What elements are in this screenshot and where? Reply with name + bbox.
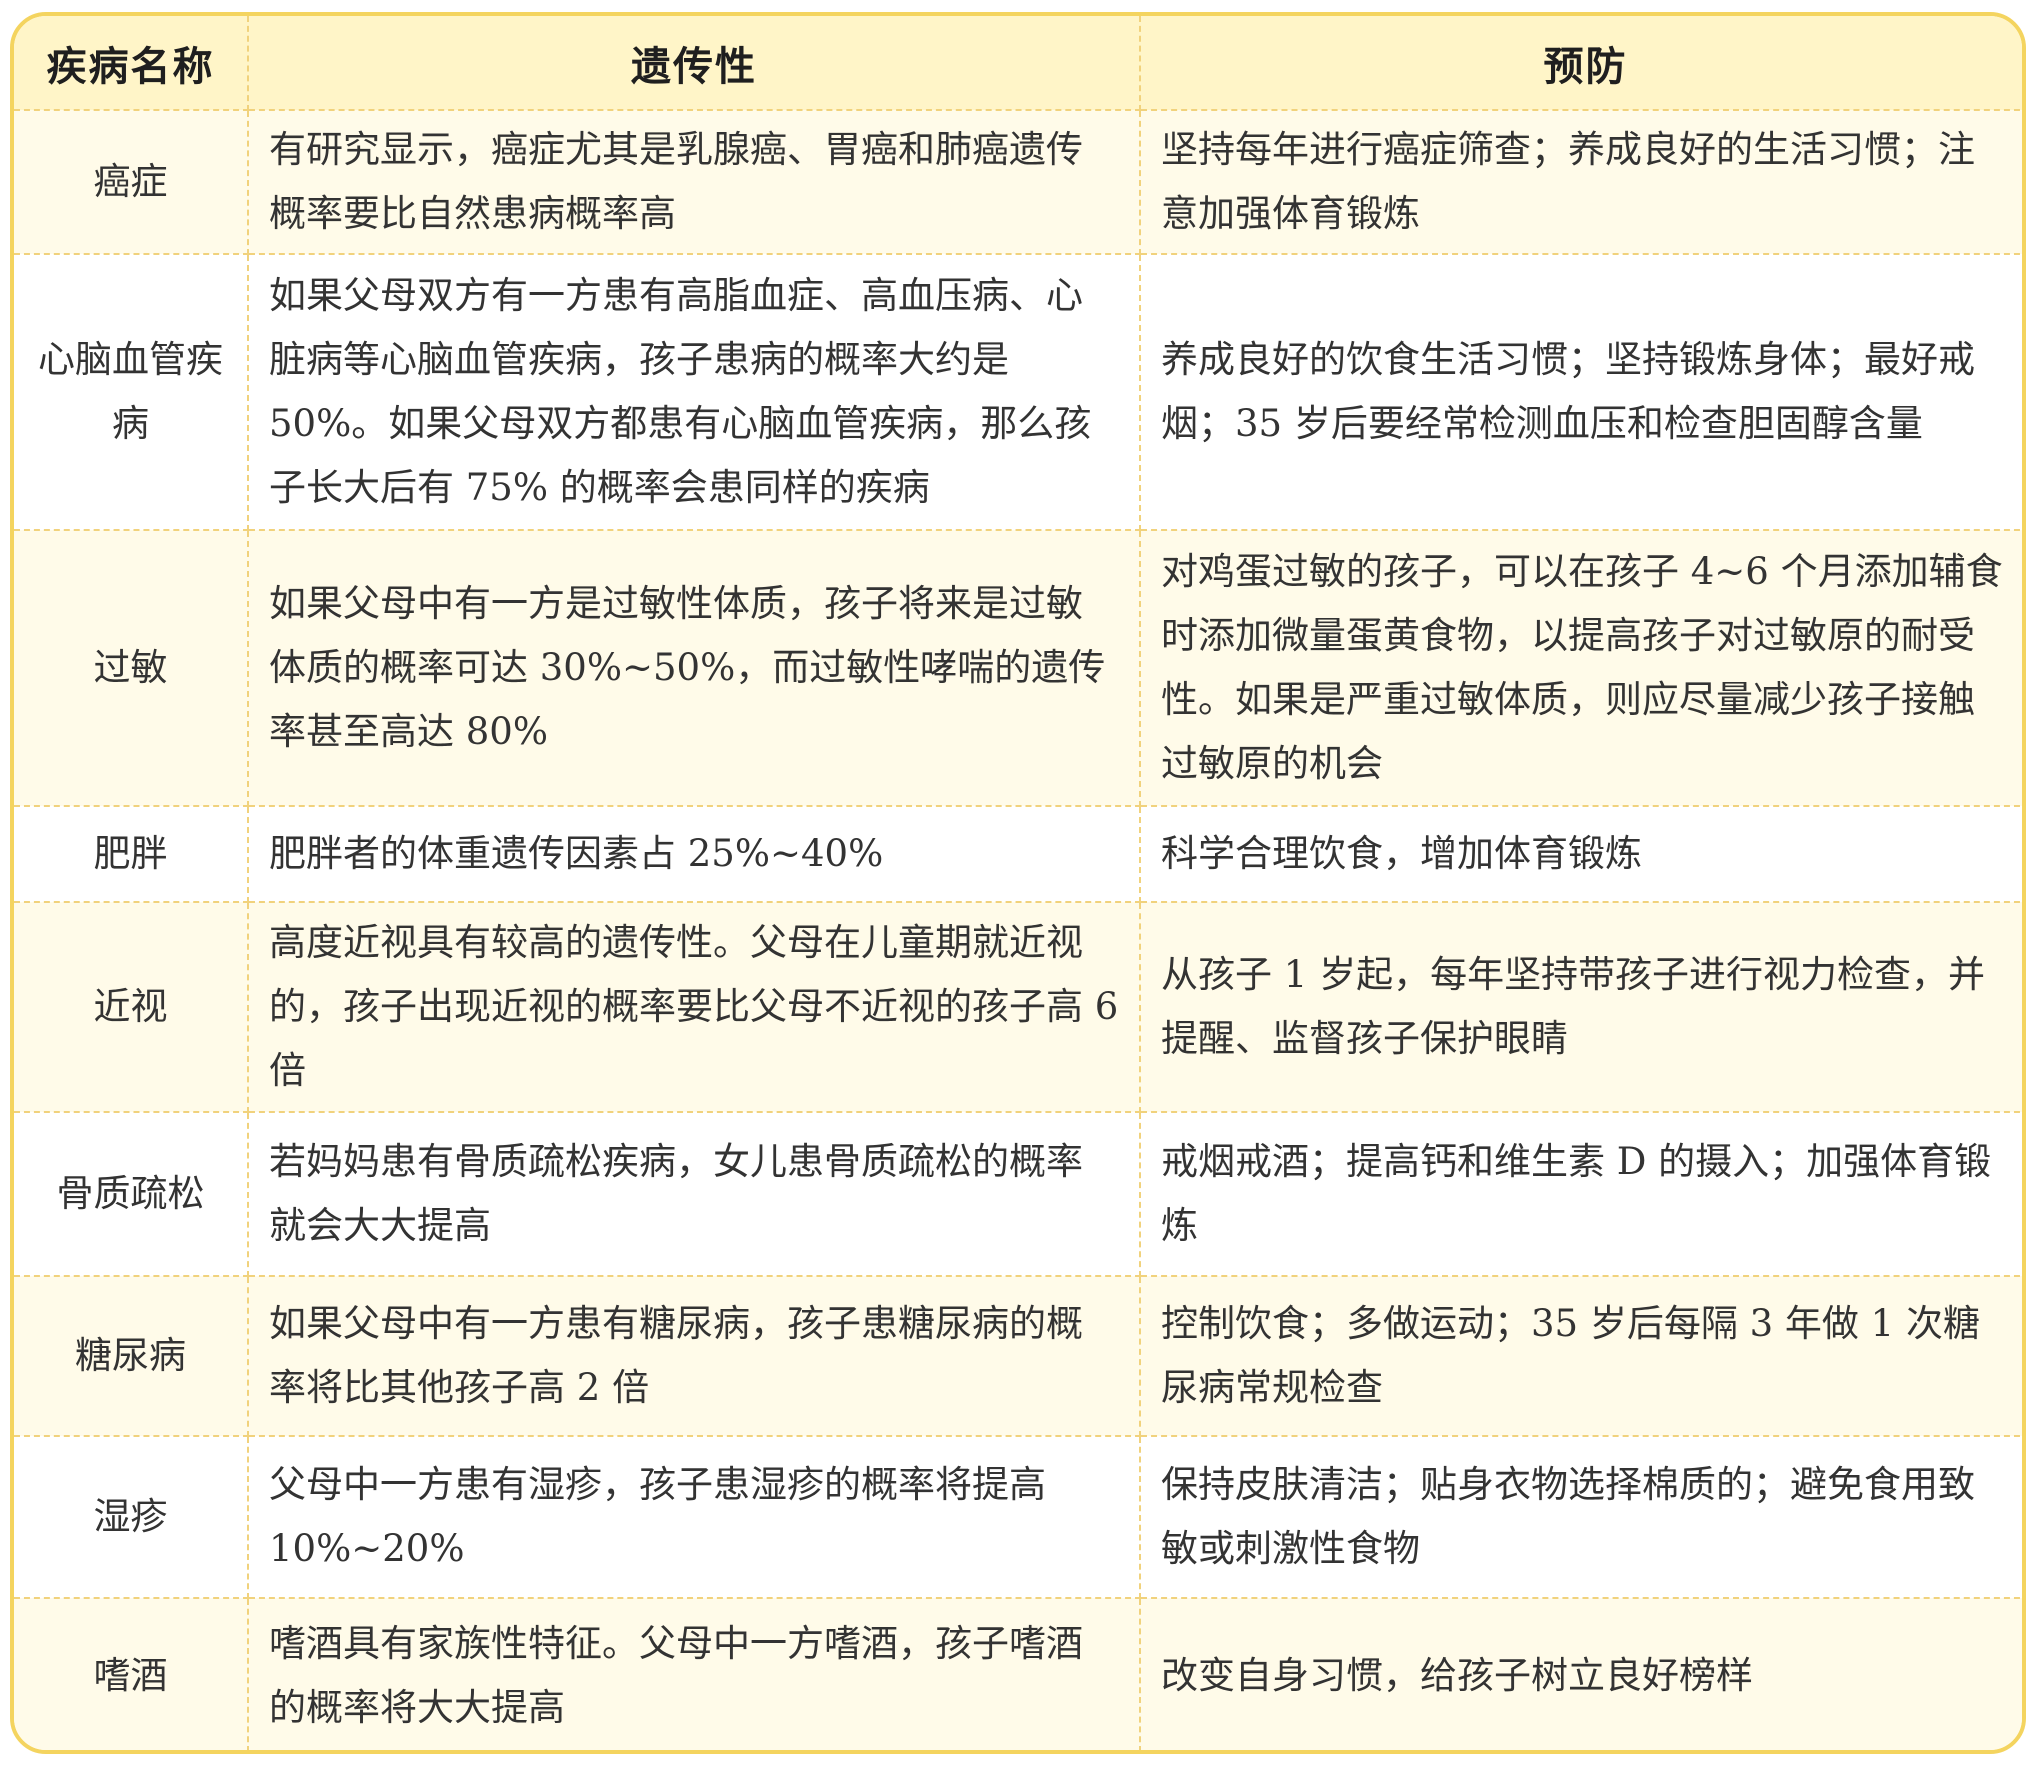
heredity-cell: 如果父母中有一方患有糖尿病，孩子患糖尿病的概率将比其他孩子高 2 倍 [248, 1276, 1141, 1437]
disease-heredity-table-frame: 疾病名称 遗传性 预防 癌症 有研究显示，癌症尤其是乳腺癌、胃癌和肺癌遗传概率要… [10, 12, 2026, 1754]
prevention-cell: 戒烟戒酒；提高钙和维生素 D 的摄入；加强体育锻炼 [1140, 1112, 2022, 1277]
disease-name-cell: 近视 [14, 902, 249, 1113]
disease-name-cell: 骨质疏松 [14, 1112, 249, 1277]
table-row: 心脑血管疾病 如果父母双方有一方患有高脂血症、高血压病、心脏病等心脑血管疾病，孩… [14, 254, 2022, 531]
prevention-cell: 保持皮肤清洁；贴身衣物选择棉质的；避免食用致敏或刺激性食物 [1140, 1436, 2022, 1599]
prevention-cell: 改变自身习惯，给孩子树立良好榜样 [1161, 1653, 1753, 1697]
prevention-cell: 科学合理饮食，增加体育锻炼 [1140, 806, 2022, 903]
heredity-cell: 父母中一方患有湿疹，孩子患湿疹的概率将提高 10%~20% [248, 1436, 1141, 1599]
prevention-cell: 养成良好的饮食生活习惯；坚持锻炼身体；最好戒烟；35 岁后要经常检测血压和检查胆… [1140, 254, 2022, 531]
heredity-cell: 若妈妈患有骨质疏松疾病，女儿患骨质疏松的概率就会大大提高 [248, 1112, 1141, 1277]
table-row: 嗜酒 嗜酒具有家族性特征。父母中一方嗜酒，孩子嗜酒的概率将大大提高 改变自身习惯… [14, 1598, 2022, 1750]
heredity-cell: 嗜酒具有家族性特征。父母中一方嗜酒，孩子嗜酒的概率将大大提高 [248, 1598, 1141, 1750]
prevention-cell: 从孩子 1 岁起，每年坚持带孩子进行视力检查，并提醒、监督孩子保护眼睛 [1140, 902, 2022, 1113]
table-row: 近视 高度近视具有较高的遗传性。父母在儿童期就近视的，孩子出现近视的概率要比父母… [14, 902, 2022, 1113]
disease-heredity-table: 疾病名称 遗传性 预防 癌症 有研究显示，癌症尤其是乳腺癌、胃癌和肺癌遗传概率要… [14, 16, 2022, 1750]
table-header-row: 疾病名称 遗传性 预防 [14, 16, 2022, 111]
heredity-cell: 如果父母双方有一方患有高脂血症、高血压病、心脏病等心脑血管疾病，孩子患病的概率大… [248, 254, 1141, 531]
prevention-cell: 对鸡蛋过敏的孩子，可以在孩子 4~6 个月添加辅食时添加微量蛋黄食物，以提高孩子… [1140, 530, 2022, 807]
disease-name-cell: 嗜酒 [14, 1598, 249, 1750]
disease-name-cell: 癌症 [14, 110, 249, 255]
header-heredity: 遗传性 [248, 16, 1141, 111]
disease-name-cell: 糖尿病 [14, 1276, 249, 1437]
table-row: 骨质疏松 若妈妈患有骨质疏松疾病，女儿患骨质疏松的概率就会大大提高 戒烟戒酒；提… [14, 1112, 2022, 1277]
table-row: 糖尿病 如果父母中有一方患有糖尿病，孩子患糖尿病的概率将比其他孩子高 2 倍 控… [14, 1276, 2022, 1437]
table-row: 湿疹 父母中一方患有湿疹，孩子患湿疹的概率将提高 10%~20% 保持皮肤清洁；… [14, 1436, 2022, 1599]
heredity-cell: 高度近视具有较高的遗传性。父母在儿童期就近视的，孩子出现近视的概率要比父母不近视… [248, 902, 1141, 1113]
table-row: 癌症 有研究显示，癌症尤其是乳腺癌、胃癌和肺癌遗传概率要比自然患病概率高 坚持每… [14, 110, 2022, 255]
header-prevention: 预防 [1140, 16, 2022, 111]
disease-name-cell: 过敏 [14, 530, 249, 807]
disease-name-cell: 湿疹 [14, 1436, 249, 1599]
prevention-cell: 坚持每年进行癌症筛查；养成良好的生活习惯；注意加强体育锻炼 [1140, 110, 2022, 255]
table-row: 过敏 如果父母中有一方是过敏性体质，孩子将来是过敏体质的概率可达 30%~50%… [14, 530, 2022, 807]
disease-name-cell: 心脑血管疾病 [14, 254, 249, 531]
table-row: 肥胖 肥胖者的体重遗传因素占 25%~40% 科学合理饮食，增加体育锻炼 [14, 806, 2022, 903]
prevention-cell: 控制饮食；多做运动；35 岁后每隔 3 年做 1 次糖尿病常规检查 [1140, 1276, 2022, 1437]
disease-name-cell: 肥胖 [14, 806, 249, 903]
heredity-cell: 有研究显示，癌症尤其是乳腺癌、胃癌和肺癌遗传概率要比自然患病概率高 [248, 110, 1141, 255]
header-disease-name: 疾病名称 [14, 16, 249, 111]
heredity-cell: 肥胖者的体重遗传因素占 25%~40% [248, 806, 1141, 903]
heredity-cell: 如果父母中有一方是过敏性体质，孩子将来是过敏体质的概率可达 30%~50%，而过… [248, 530, 1141, 807]
